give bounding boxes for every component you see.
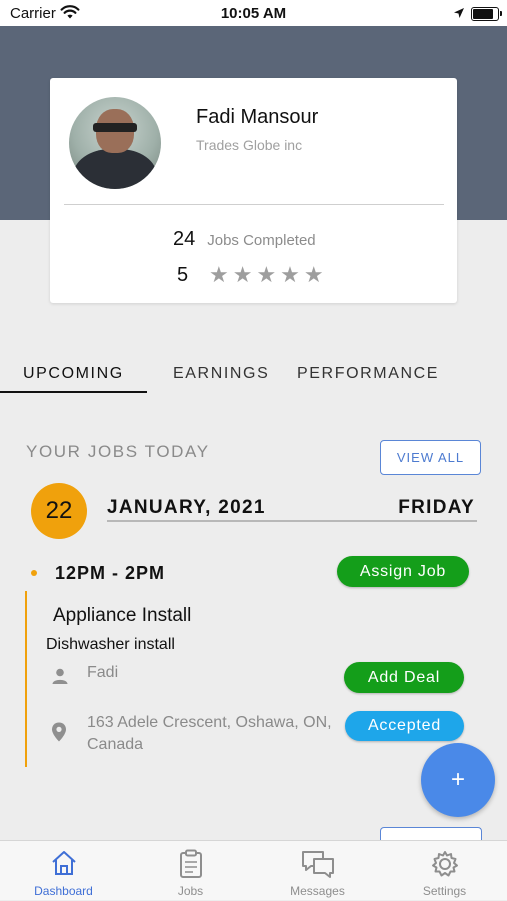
day-badge: 22: [31, 483, 87, 539]
add-deal-button[interactable]: Add Deal: [344, 662, 464, 693]
dashboard-tabs: UPCOMING EARNINGS PERFORMANCE: [0, 356, 507, 396]
job-status-badge[interactable]: Accepted: [345, 711, 464, 741]
job-assignee: Fadi: [87, 664, 119, 681]
timeline-bar: [25, 591, 27, 767]
tabbar-jobs-label: Jobs: [177, 884, 204, 898]
profile-company: Trades Globe inc: [196, 137, 303, 153]
tabbar-jobs[interactable]: Jobs: [127, 841, 254, 901]
profile-divider: [64, 204, 444, 205]
gear-icon: [381, 849, 507, 879]
tabbar-messages-label: Messages: [290, 884, 345, 898]
chat-bubbles-icon: [254, 849, 381, 879]
avatar-sunglasses: [93, 123, 137, 132]
tabbar-settings-label: Settings: [422, 884, 467, 898]
view-all-button[interactable]: VIEW ALL: [380, 440, 481, 475]
home-icon: [0, 849, 127, 877]
jobs-completed-stat: 24 Jobs Completed: [173, 228, 316, 251]
jobs-completed-count: 24: [173, 228, 196, 250]
tabbar-dashboard-label: Dashboard: [34, 884, 93, 898]
profile-card: Fadi Mansour Trades Globe inc 24 Jobs Com…: [50, 78, 457, 303]
jobs-completed-label: Jobs Completed: [207, 232, 316, 249]
date-divider: [107, 520, 477, 522]
rating-stars-icon: ★★★★★: [209, 262, 328, 287]
jobs-today-title: YOUR JOBS TODAY: [26, 442, 210, 461]
active-tab-indicator: [0, 391, 147, 393]
job-address: 163 Adele Crescent, Oshawa, ON, Canada: [87, 714, 332, 753]
tabbar-dashboard[interactable]: Dashboard: [0, 841, 127, 901]
job-description: Dishwasher install: [46, 636, 175, 653]
tab-earnings[interactable]: EARNINGS: [173, 365, 269, 383]
tab-upcoming[interactable]: UPCOMING: [23, 365, 124, 383]
tabbar-settings[interactable]: Settings: [381, 841, 507, 901]
battery-level: [473, 9, 493, 19]
job-title: Appliance Install: [53, 605, 192, 626]
location-arrow-icon: [453, 6, 465, 24]
month-year: JANUARY, 2021: [107, 497, 266, 518]
battery-icon: [471, 7, 502, 21]
rating-value: 5: [177, 263, 189, 286]
clock: 10:05 AM: [220, 5, 287, 22]
tab-performance[interactable]: PERFORMANCE: [297, 365, 439, 383]
weekday: FRIDAY: [398, 497, 475, 518]
add-fab-button[interactable]: +: [421, 743, 495, 817]
bottom-tab-bar: Dashboard Jobs Messages Settings: [0, 840, 507, 900]
person-icon: [51, 667, 69, 690]
location-pin-icon: [51, 722, 67, 747]
timeline-dot: [31, 570, 37, 576]
rating-stat: 5 ★★★★★: [177, 262, 328, 288]
avatar[interactable]: [69, 97, 161, 189]
avatar-body: [73, 149, 157, 189]
clipboard-icon: [127, 849, 254, 879]
profile-name: Fadi Mansour: [196, 106, 319, 128]
assign-job-button[interactable]: Assign Job: [337, 556, 469, 587]
tabbar-messages[interactable]: Messages: [254, 841, 381, 901]
job-time-range: 12PM - 2PM: [55, 563, 166, 583]
status-bar: Carrier 10:05 AM: [0, 0, 507, 26]
